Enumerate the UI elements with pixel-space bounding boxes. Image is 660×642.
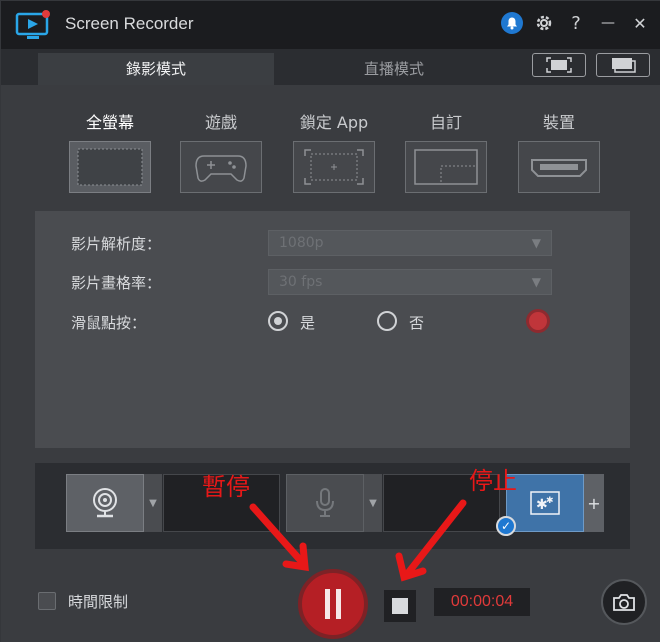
annotation-arrows <box>249 499 467 582</box>
screen-recorder-window: Screen Recorder ? — ✕ 錄影模式 直播模式 全螢幕 遊戲 鎖… <box>0 0 660 642</box>
pause-arrow-icon <box>249 503 305 565</box>
stop-arrow-icon <box>404 499 467 577</box>
